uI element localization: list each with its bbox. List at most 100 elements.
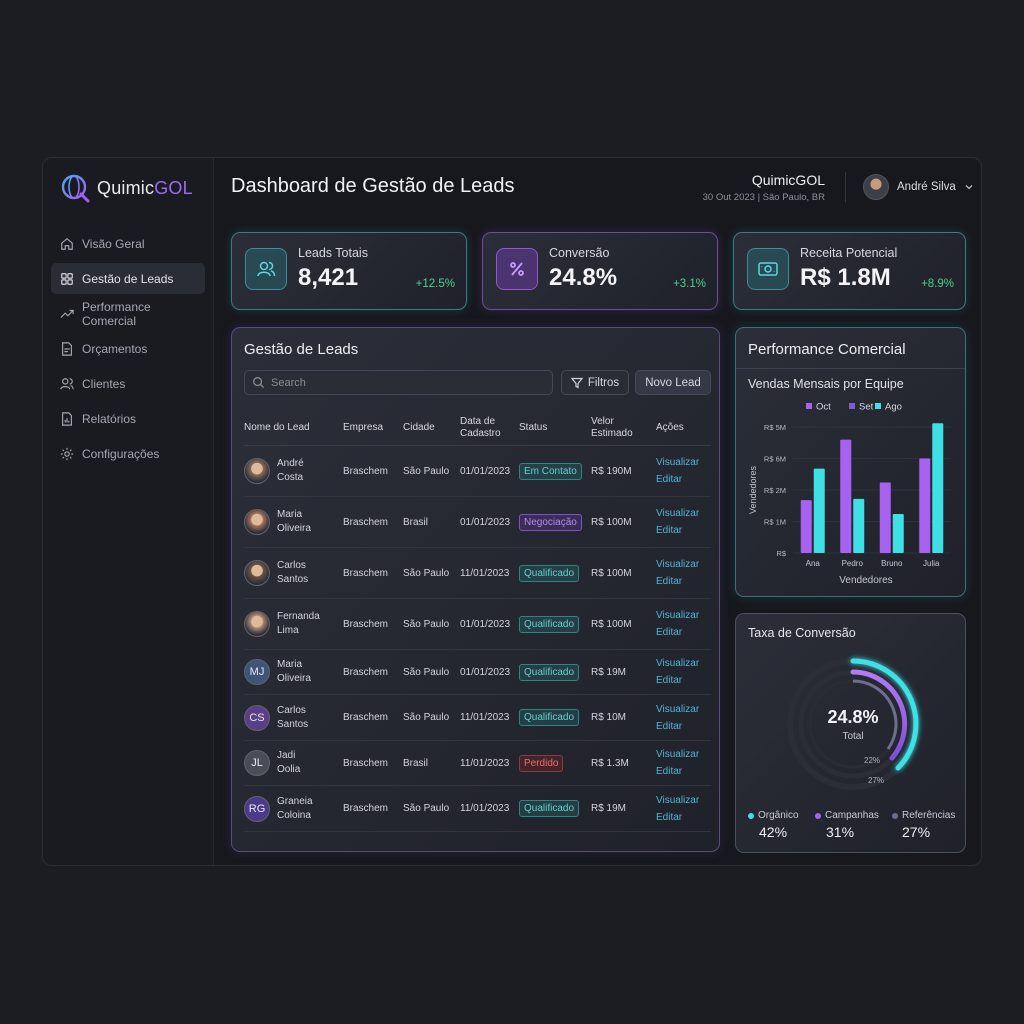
lead-cell: Fernanda Lima: [244, 599, 320, 649]
lead-name: Fernanda Lima: [277, 610, 320, 638]
sidebar-item-label: Orçamentos: [82, 341, 148, 356]
avatar: MJ: [244, 659, 270, 685]
status-cell: Qualificado: [519, 599, 580, 649]
filter-label: Filtros: [587, 376, 620, 389]
lead-cell: JL Jadi Oolia: [244, 741, 300, 785]
status-cell: Qualificado: [519, 650, 580, 694]
status-badge: Qualificado: [519, 709, 580, 726]
col-header-city[interactable]: Cidade: [403, 410, 435, 446]
city-cell: Brasil: [403, 757, 429, 769]
legend-pct-campanhas: 31%: [826, 824, 855, 840]
table-row[interactable]: André Costa Braschem São Paulo 01/01/2023 Em …: [244, 446, 711, 497]
edit-link[interactable]: Editar: [656, 627, 682, 638]
sidebar-item-gestao-de-leads[interactable]: Gestão de Leads: [51, 263, 205, 294]
ring-label-b: 27%: [868, 776, 885, 785]
table-row[interactable]: JL Jadi Oolia Braschem Brasil 11/01/2023 Perdi…: [244, 741, 711, 786]
kpi-icon-box: [245, 248, 287, 290]
lead-cell: Maria Oliveira: [244, 497, 311, 547]
view-link[interactable]: Visualizar: [656, 704, 699, 715]
view-link[interactable]: Visualizar: [656, 749, 699, 760]
avatar: JL: [244, 750, 270, 776]
col-header-status[interactable]: Status: [519, 410, 547, 446]
lead-name: Carlos Santos: [277, 559, 308, 587]
col-header-value-line2: Estimado: [591, 428, 633, 439]
sidebar-item-configuracoes[interactable]: Configurações: [51, 438, 205, 469]
view-link[interactable]: Visualizar: [656, 559, 699, 570]
edit-link[interactable]: Editar: [656, 721, 682, 732]
view-link[interactable]: Visualizar: [656, 457, 699, 468]
filter-button[interactable]: Filtros: [561, 370, 629, 395]
avatar: [244, 509, 270, 535]
sidebar-item-performance-comercial[interactable]: Performance Comercial: [51, 298, 205, 329]
sidebar-item-visao-geral[interactable]: Visão Geral: [51, 228, 205, 259]
conversion-total-label: Total: [842, 731, 864, 742]
city-cell: São Paulo: [403, 465, 450, 477]
col-header-date[interactable]: Data de Cadastro: [460, 410, 501, 446]
status-cell: Qualificado: [519, 786, 580, 831]
user-menu[interactable]: André Silva: [863, 174, 974, 200]
company-meta: 30 Out 2023 | São Paulo, BR: [702, 192, 825, 203]
view-link[interactable]: Visualizar: [656, 658, 699, 669]
header-divider: [845, 172, 846, 202]
sidebar-item-clientes[interactable]: Clientes: [51, 368, 205, 399]
avatar: [863, 174, 889, 200]
edit-link[interactable]: Editar: [656, 766, 682, 777]
value-cell: R$ 190M: [591, 465, 632, 477]
logo-suffix: GOL: [154, 177, 193, 198]
edit-link[interactable]: Editar: [656, 474, 682, 485]
actions-cell: Visualizar Editar: [656, 497, 699, 547]
lead-last-name: Oliveira: [277, 673, 311, 684]
lead-last-name: Coloina: [277, 809, 311, 821]
legend-organico: Orgânico: [748, 810, 799, 821]
date-cell: 01/01/2023: [460, 618, 511, 630]
lead-cell: Carlos Santos: [244, 548, 308, 598]
bar: [840, 439, 852, 553]
bar: [800, 500, 812, 553]
logo[interactable]: QuimicGOL: [59, 172, 193, 204]
col-header-value[interactable]: Velor Estimado: [591, 410, 633, 446]
sidebar: QuimicGOL Visão Geral Gestão de Leads Pe…: [43, 158, 214, 865]
lead-last-name: Oolia: [277, 764, 301, 775]
table-row[interactable]: RG Graneia Coloina Braschem São Paulo 11/01/2…: [244, 786, 711, 832]
y-axis-label: Vendedores: [748, 465, 758, 514]
view-link[interactable]: Visualizar: [656, 795, 699, 806]
page-title: Dashboard de Gestão de Leads: [231, 175, 515, 197]
lead-name: André Costa: [277, 457, 304, 485]
view-link[interactable]: Visualizar: [656, 508, 699, 519]
bar: [853, 498, 865, 553]
logo-prefix: Quimic: [97, 177, 155, 198]
status-cell: Em Contato: [519, 446, 582, 496]
col-header-company[interactable]: Empresa: [343, 410, 383, 446]
actions-cell: Visualizar Editar: [656, 599, 699, 649]
city-cell: São Paulo: [403, 712, 450, 723]
status-cell: Perdido: [519, 741, 564, 785]
status-badge: Perdido: [519, 754, 564, 772]
legend-label: Ago: [885, 402, 902, 413]
company-cell: Braschem: [343, 803, 389, 814]
legend-label: Orgânico: [758, 810, 799, 821]
table-row[interactable]: CS Carlos Santos Braschem São Paulo 11/01/202…: [244, 695, 711, 741]
edit-link[interactable]: Editar: [656, 576, 682, 587]
table-row[interactable]: Fernanda Lima Braschem São Paulo 01/01/2023 Q…: [244, 599, 711, 650]
search-input[interactable]: Search: [244, 370, 553, 395]
view-link[interactable]: Visualizar: [656, 610, 699, 621]
table-row[interactable]: MJ Maria Oliveira Braschem São Paulo 01/01/20…: [244, 650, 711, 695]
lead-last-name: Santos: [277, 718, 309, 730]
new-lead-button[interactable]: Novo Lead: [635, 370, 711, 395]
leads-panel: Gestão de Leads Search Filtros Novo Lead…: [231, 327, 720, 852]
table-row[interactable]: Carlos Santos Braschem São Paulo 11/01/2023 Q…: [244, 548, 711, 599]
date-cell: 11/01/2023: [460, 803, 510, 814]
sidebar-item-relatorios[interactable]: Relatórios: [51, 403, 205, 434]
col-header-name[interactable]: Nome do Lead: [244, 410, 310, 446]
sidebar-item-orcamentos[interactable]: Orçamentos: [51, 333, 205, 364]
kpi-delta: +12.5%: [415, 278, 455, 290]
edit-link[interactable]: Editar: [656, 525, 682, 536]
sidebar-item-label: Performance Comercial: [82, 299, 151, 328]
legend-dot: [748, 812, 754, 819]
edit-link[interactable]: Editar: [656, 812, 682, 823]
filter-icon: [570, 377, 583, 388]
company-info: QuimicGOL 30 Out 2023 | São Paulo, BR: [703, 172, 825, 203]
avatar: RG: [244, 795, 270, 822]
edit-link[interactable]: Editar: [656, 675, 682, 686]
table-row[interactable]: Maria Oliveira Braschem Brasil 01/01/2023 Neg…: [244, 497, 711, 548]
